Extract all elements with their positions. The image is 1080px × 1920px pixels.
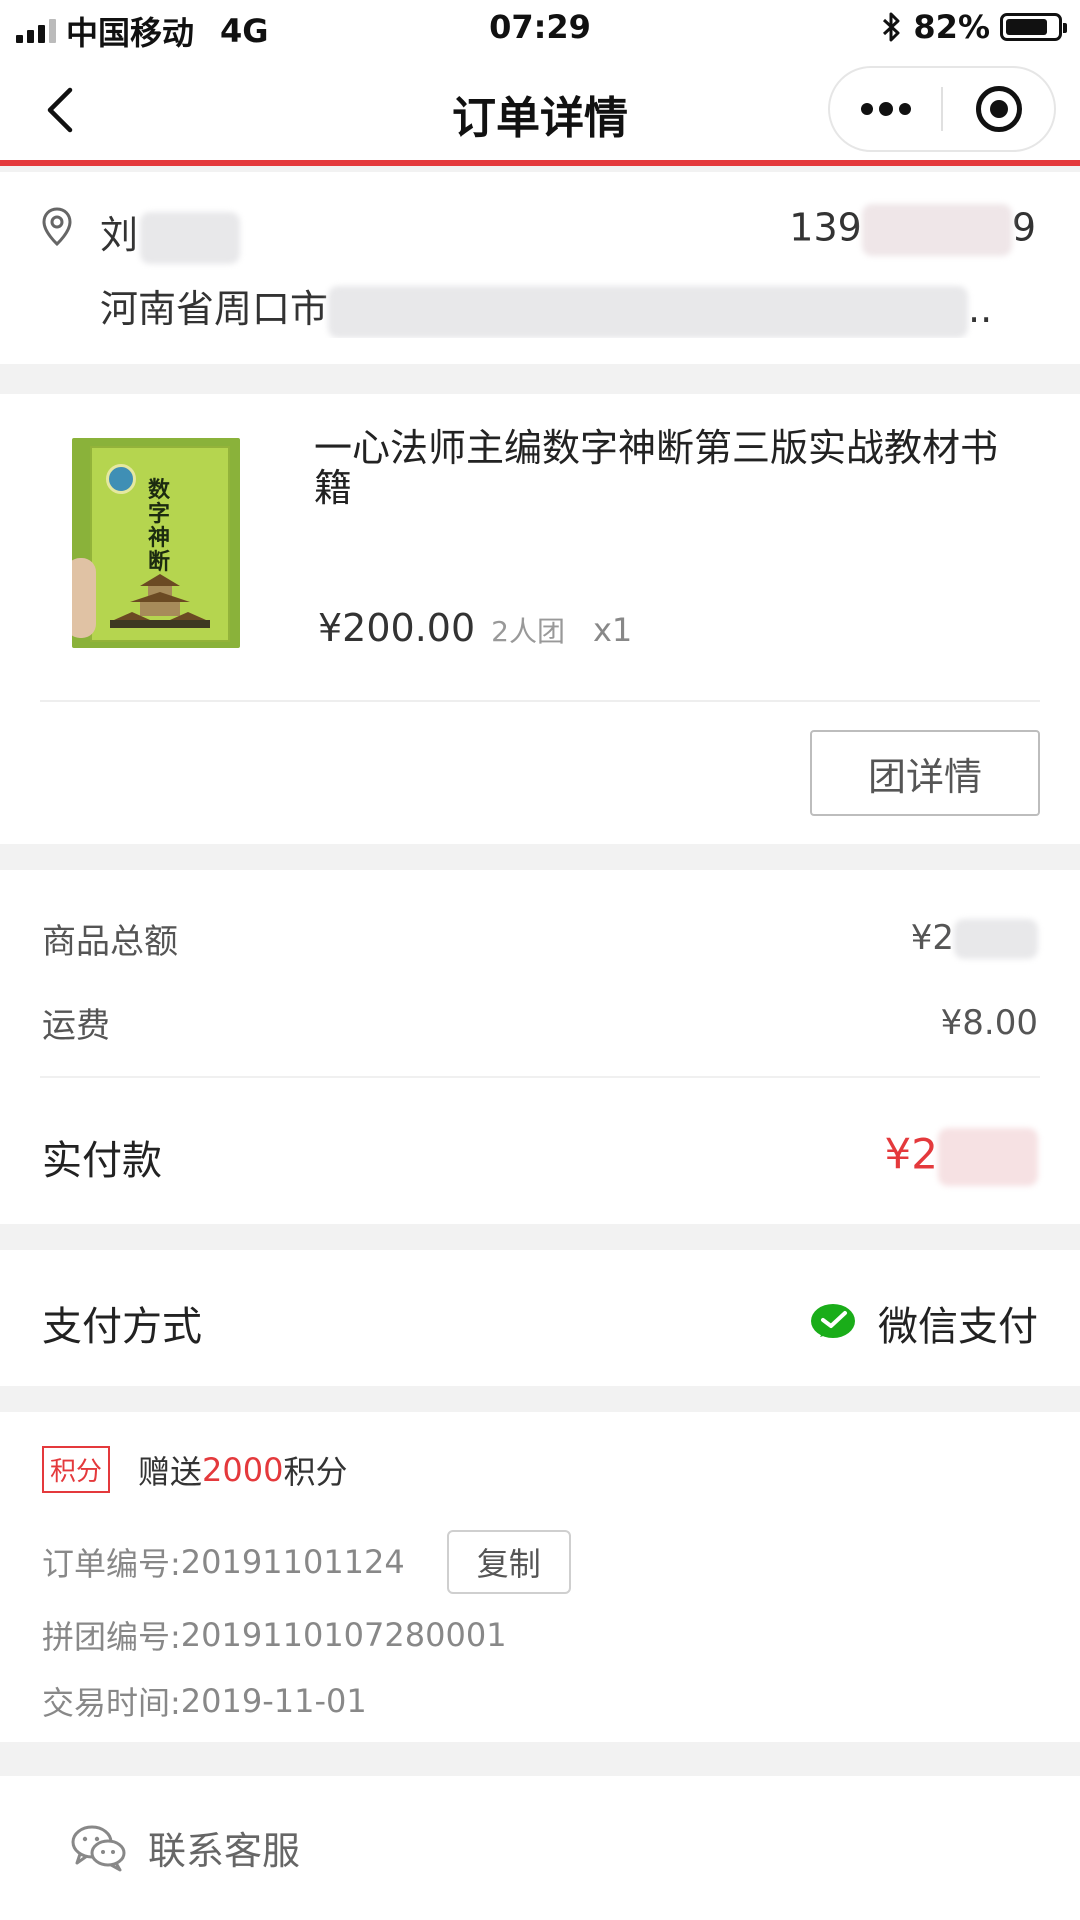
more-icon: [860, 102, 911, 116]
points-prefix: 赠送: [138, 1452, 203, 1491]
payment-method: 微信支付: [810, 1294, 1038, 1352]
address-ellipsis: ..: [968, 287, 993, 331]
trade-time: 2019-11-01: [180, 1682, 367, 1720]
contact-service-label: 联系客服: [148, 1829, 301, 1873]
battery-fill: [1006, 19, 1047, 35]
book-logo-icon: [106, 464, 136, 494]
contact-service-button[interactable]: 联系客服: [70, 1820, 300, 1875]
goods-total-row: 商品总额 ¥2: [42, 914, 1038, 963]
battery-percent: 82%: [913, 8, 990, 46]
group-detail-button[interactable]: 团详情: [810, 730, 1040, 816]
status-bar: 中国移动 4G 07:29 82%: [0, 0, 1080, 54]
shipping-value: ¥8.00: [940, 1002, 1038, 1043]
payment-method-name: 微信支付: [878, 1304, 1038, 1350]
product-price-row: ¥200.00 2人团 x1: [318, 606, 632, 650]
redacted-paid: [938, 1128, 1038, 1186]
order-info-card: 积分 赠送 2000 积分 订单编号: 20191101124 复制 拼团编号: 2…: [0, 1412, 1080, 1742]
paid-row: 实付款 ¥2: [42, 1128, 1038, 1186]
points-row: 积分 赠送 2000 积分: [42, 1446, 347, 1493]
nav-bar: 订单详情: [0, 54, 1080, 166]
order-number-label: 订单编号:: [42, 1545, 181, 1583]
chat-icon: [71, 1825, 126, 1871]
product-quantity: x1: [592, 611, 633, 649]
trade-time-label: 交易时间:: [42, 1684, 181, 1722]
book-cover-title: 数字神断: [148, 477, 171, 575]
paid-value: ¥2: [884, 1129, 938, 1179]
close-miniprogram-icon: [975, 86, 1022, 132]
divider: [40, 1076, 1040, 1078]
recipient-phone: 139 9: [789, 204, 1036, 256]
recipient-name: 刘: [100, 204, 241, 264]
miniprogram-capsule: [828, 66, 1056, 152]
shipping-row: 运费 ¥8.00: [42, 998, 1038, 1047]
points-tag: 积分: [42, 1446, 111, 1493]
address-text: 河南省周口市: [100, 287, 329, 331]
pagoda-icon: [110, 574, 210, 628]
shipping-label: 运费: [42, 1006, 110, 1046]
order-number: 20191101124: [180, 1543, 405, 1581]
product-thumbnail[interactable]: 数字神断: [72, 438, 240, 648]
payment-row: 支付方式 微信支付: [42, 1294, 1038, 1352]
close-miniprogram-button[interactable]: [943, 68, 1054, 150]
phone-prefix: 139: [789, 205, 862, 250]
product-title[interactable]: 一心法师主编数字神断第三版实战教材书籍: [314, 428, 1034, 508]
price-summary-card: 商品总额 ¥2 运费 ¥8.00 实付款 ¥2: [0, 870, 1080, 1224]
payment-method-card: 支付方式 微信支付: [0, 1250, 1080, 1386]
points-value: 2000: [202, 1450, 284, 1489]
payment-label: 支付方式: [42, 1304, 202, 1350]
redacted-name: [140, 211, 241, 264]
paid-label: 实付款: [42, 1138, 162, 1184]
battery-icon: [1000, 13, 1067, 41]
goods-total-value: ¥2: [910, 917, 954, 958]
group-number: 2019110107280001: [180, 1616, 507, 1654]
group-number-row: 拼团编号: 2019110107280001: [42, 1612, 507, 1658]
paid-amount: ¥2: [885, 1128, 1038, 1186]
location-pin-icon: [42, 207, 72, 247]
hand-image: [72, 558, 96, 638]
redacted-phone: [861, 204, 1012, 256]
trade-time-row: 交易时间: 2019-11-01: [42, 1678, 367, 1724]
wechat-pay-icon: [811, 1304, 855, 1338]
goods-total-amount: ¥2: [911, 918, 1038, 960]
customer-service-bar: 联系客服: [0, 1776, 1080, 1920]
bluetooth-icon: [883, 12, 900, 42]
book-cover: 数字神断: [90, 446, 230, 642]
more-button[interactable]: [830, 68, 941, 150]
group-size: 2人团: [491, 615, 565, 648]
recipient-address: 河南省周口市..: [100, 278, 1000, 338]
recipient-name-text: 刘: [100, 213, 139, 257]
phone-suffix: 9: [1011, 205, 1036, 250]
points-suffix: 积分: [283, 1452, 348, 1491]
product-price: ¥200.00: [318, 606, 476, 650]
redacted-goods-total: [954, 919, 1038, 960]
goods-total-label: 商品总额: [42, 922, 178, 962]
status-right: 82%: [881, 8, 1067, 46]
product-card: 数字神断 一心法师主编数字神断第三版实战教材书籍 ¥200.00 2人团 x1 …: [0, 394, 1080, 844]
copy-button[interactable]: 复制: [446, 1530, 571, 1594]
divider: [40, 700, 1040, 702]
order-number-row: 订单编号: 20191101124 复制: [42, 1530, 571, 1594]
group-number-label: 拼团编号:: [42, 1618, 181, 1656]
address-card[interactable]: 刘 139 9 河南省周口市..: [0, 172, 1080, 364]
redacted-address: [328, 285, 969, 338]
